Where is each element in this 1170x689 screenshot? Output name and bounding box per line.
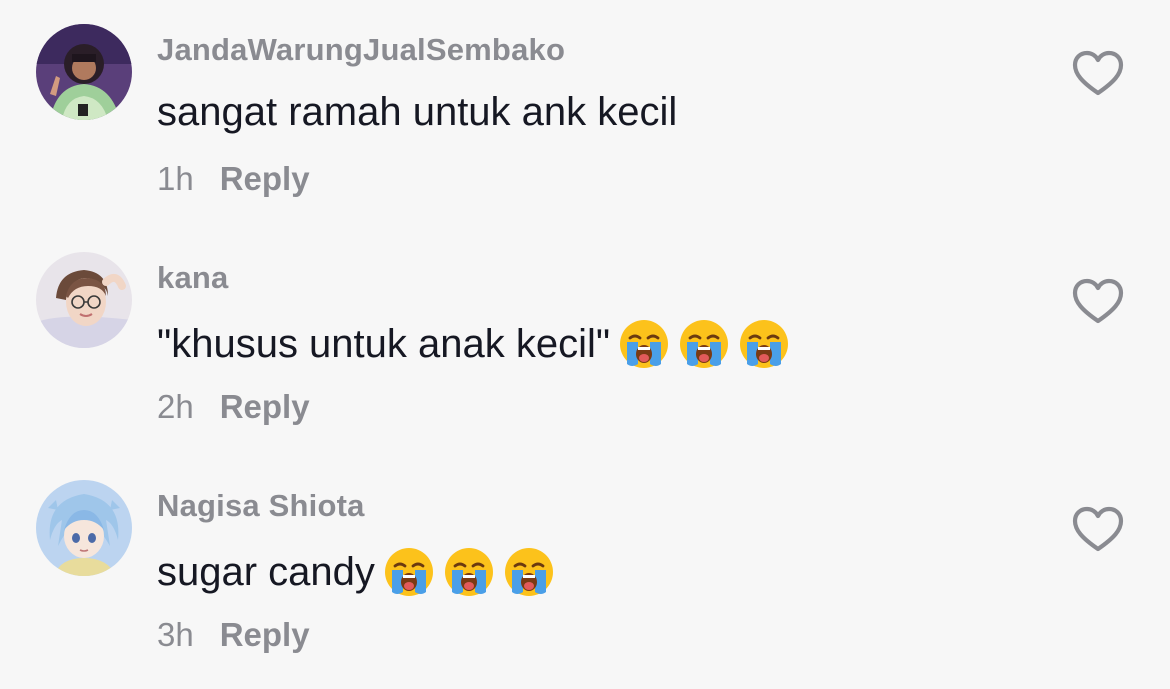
loudly-crying-face-icon (738, 318, 790, 370)
avatar[interactable] (36, 480, 132, 576)
comment-item: kana "khusus untuk anak kecil" 2h Reply (0, 228, 1170, 456)
comment-text-content: "khusus untuk anak kecil" (157, 321, 611, 366)
comment-text: "khusus untuk anak kecil" (157, 318, 790, 370)
reply-button[interactable]: Reply (220, 616, 310, 654)
comment-item: JandaWarungJualSembako sangat ramah untu… (0, 0, 1170, 228)
comment-time: 2h (157, 388, 194, 425)
comment-username[interactable]: kana (157, 260, 228, 296)
loudly-crying-face-icon (678, 318, 730, 370)
comment-item: Nagisa Shiota sugar candy 3h Reply (0, 456, 1170, 684)
comment-username[interactable]: JandaWarungJualSembako (157, 32, 565, 68)
comment-time: 3h (157, 616, 194, 653)
comment-text: sugar candy (157, 546, 555, 598)
heart-icon[interactable] (1070, 274, 1126, 330)
loudly-crying-face-icon (618, 318, 670, 370)
loudly-crying-face-icon (503, 546, 555, 598)
heart-icon[interactable] (1070, 502, 1126, 558)
loudly-crying-face-icon (383, 546, 435, 598)
comment-username[interactable]: Nagisa Shiota (157, 488, 365, 524)
reply-button[interactable]: Reply (220, 160, 310, 198)
comment-text-content: sugar candy (157, 549, 375, 594)
avatar[interactable] (36, 252, 132, 348)
comment-meta: 2h Reply (157, 388, 310, 426)
comment-time: 1h (157, 160, 194, 197)
reply-button[interactable]: Reply (220, 388, 310, 426)
comment-text-content: sangat ramah untuk ank kecil (157, 90, 678, 134)
comment-meta: 1h Reply (157, 160, 310, 198)
avatar[interactable] (36, 24, 132, 120)
loudly-crying-face-icon (443, 546, 495, 598)
comment-meta: 3h Reply (157, 616, 310, 654)
heart-icon[interactable] (1070, 46, 1126, 102)
comment-text: sangat ramah untuk ank kecil (157, 90, 677, 135)
